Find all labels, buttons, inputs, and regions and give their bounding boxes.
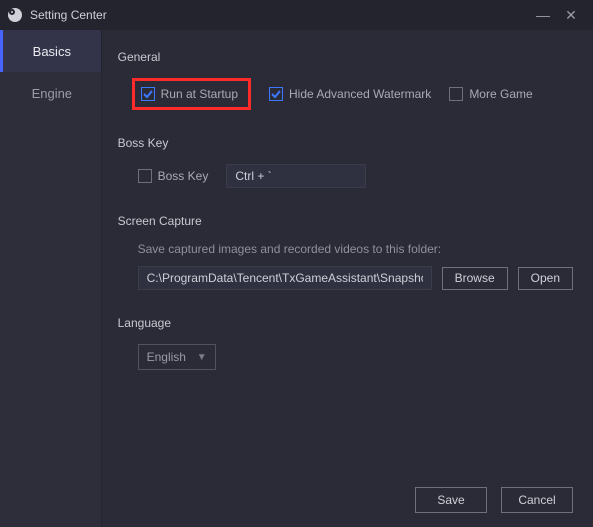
browse-button[interactable]: Browse <box>442 267 508 290</box>
sidebar-item-basics[interactable]: Basics <box>0 30 101 72</box>
checkmark-icon <box>141 87 155 101</box>
section-title-language: Language <box>118 316 573 330</box>
checkbox-label: Run at Startup <box>161 87 238 101</box>
close-button[interactable]: ✕ <box>557 7 585 24</box>
sidebar: Basics Engine <box>0 30 102 527</box>
titlebar: Setting Center — ✕ <box>0 0 593 30</box>
checkbox-label: Hide Advanced Watermark <box>289 87 431 101</box>
language-selected: English <box>147 350 186 364</box>
content-panel: General Run at Startup <box>102 30 593 527</box>
section-screen-capture: Screen Capture Save captured images and … <box>118 214 573 290</box>
highlight-run-at-startup: Run at Startup <box>132 78 251 110</box>
section-title-general: General <box>118 50 573 64</box>
section-title-boss-key: Boss Key <box>118 136 573 150</box>
section-boss-key: Boss Key Boss Key <box>118 136 573 188</box>
section-general: General Run at Startup <box>118 50 573 110</box>
checkbox-more-game[interactable]: More Game <box>449 87 532 101</box>
checkbox-box-icon <box>138 169 152 183</box>
open-button[interactable]: Open <box>518 267 573 290</box>
app-logo-icon <box>8 8 22 22</box>
capture-path-input[interactable] <box>138 266 432 290</box>
checkbox-label: Boss Key <box>158 169 209 183</box>
checkbox-label: More Game <box>469 87 532 101</box>
section-title-screen-capture: Screen Capture <box>118 214 573 228</box>
minimize-button[interactable]: — <box>529 7 557 23</box>
chevron-down-icon: ▼ <box>197 352 207 363</box>
sidebar-item-engine[interactable]: Engine <box>0 72 101 114</box>
section-language: Language English ▼ <box>118 316 573 370</box>
save-button[interactable]: Save <box>415 487 487 513</box>
language-select[interactable]: English ▼ <box>138 344 216 370</box>
checkbox-boss-key[interactable]: Boss Key <box>138 169 209 183</box>
cancel-button[interactable]: Cancel <box>501 487 573 513</box>
sidebar-item-label: Engine <box>32 86 72 101</box>
checkbox-box-icon <box>449 87 463 101</box>
sidebar-item-label: Basics <box>33 44 71 59</box>
window-title: Setting Center <box>30 8 107 22</box>
checkmark-icon <box>269 87 283 101</box>
checkbox-hide-watermark[interactable]: Hide Advanced Watermark <box>269 87 431 101</box>
checkbox-run-at-startup[interactable]: Run at Startup <box>141 87 238 101</box>
footer-buttons: Save Cancel <box>415 487 573 513</box>
screen-capture-helper: Save captured images and recorded videos… <box>118 242 573 256</box>
boss-key-hotkey-input[interactable] <box>226 164 366 188</box>
